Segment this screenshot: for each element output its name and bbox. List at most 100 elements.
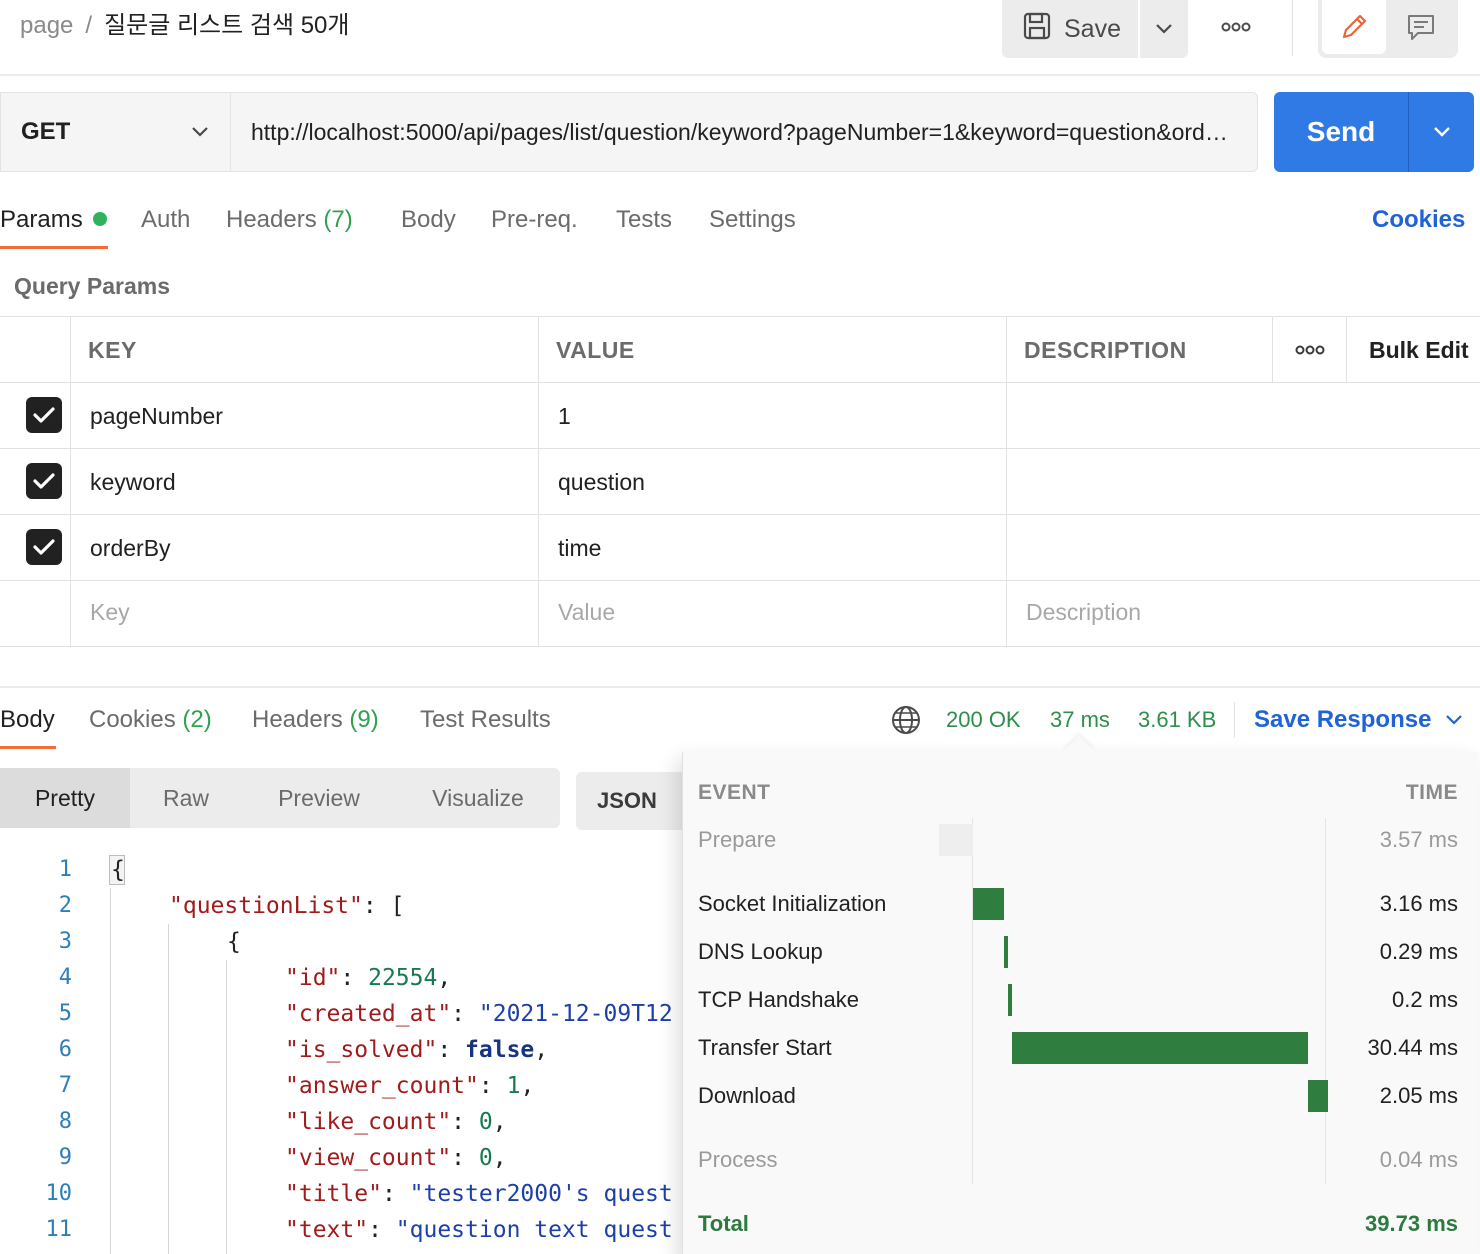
code-line[interactable]: "is_solved": false, bbox=[285, 1032, 548, 1068]
method-select[interactable]: GET bbox=[0, 92, 230, 172]
new-param-key-input[interactable]: Key bbox=[90, 596, 130, 628]
tab-label: Pre-req. bbox=[491, 206, 578, 233]
table-border bbox=[0, 316, 1480, 317]
json-number: 0 bbox=[478, 1109, 493, 1135]
column-divider bbox=[1006, 316, 1007, 647]
chevron-down-icon bbox=[1433, 127, 1450, 137]
timing-header-time: TIME bbox=[1405, 781, 1458, 804]
response-size[interactable]: 3.61 KB bbox=[1138, 704, 1216, 736]
json-key: "created_at" bbox=[285, 1001, 452, 1027]
indent-guide bbox=[226, 960, 227, 1254]
code-line[interactable]: "like_count": 0, bbox=[285, 1104, 507, 1140]
tab-count: (2) bbox=[182, 706, 212, 733]
timing-bar-dns-lookup bbox=[1004, 936, 1008, 968]
response-divider bbox=[0, 686, 1480, 688]
globe-icon[interactable] bbox=[890, 704, 922, 736]
header-divider bbox=[0, 74, 1480, 76]
json-key: "like_count" bbox=[285, 1109, 452, 1135]
table-border bbox=[0, 646, 1480, 647]
send-button[interactable]: Send bbox=[1274, 92, 1408, 172]
timing-value-prepare: 3.57 ms bbox=[1379, 827, 1458, 852]
code-line[interactable]: { bbox=[227, 924, 241, 960]
chevron-down-icon[interactable] bbox=[1444, 712, 1464, 728]
table-border bbox=[0, 382, 1480, 383]
code-line[interactable]: "view_count": 0, bbox=[285, 1140, 507, 1176]
bulk-edit-button[interactable]: Bulk Edit bbox=[1369, 334, 1469, 366]
table-border bbox=[0, 448, 1480, 449]
code-line[interactable]: "title": "tester2000's quest bbox=[285, 1176, 673, 1212]
format-pretty-button[interactable]: Pretty bbox=[0, 768, 130, 828]
param-value[interactable]: time bbox=[558, 532, 601, 564]
timing-bar-tcp-handshake bbox=[1008, 984, 1012, 1016]
code-line[interactable]: { bbox=[111, 852, 125, 888]
timeline-end-line bbox=[1325, 818, 1326, 1184]
new-param-value-input[interactable]: Value bbox=[558, 596, 615, 628]
active-tab-underline bbox=[0, 746, 56, 749]
tab-settings[interactable]: Settings bbox=[709, 204, 796, 236]
tab-headers[interactable]: Headers (7) bbox=[226, 204, 353, 236]
cookies-link[interactable]: Cookies bbox=[1372, 204, 1465, 236]
param-value[interactable]: 1 bbox=[558, 400, 571, 432]
json-key: "is_solved" bbox=[285, 1037, 438, 1063]
tab-params[interactable]: Params bbox=[0, 204, 83, 236]
tab-label: Auth bbox=[141, 206, 191, 233]
response-tab-body[interactable]: Body bbox=[0, 704, 55, 736]
query-params-label: Query Params bbox=[14, 273, 170, 299]
param-key[interactable]: orderBy bbox=[90, 532, 171, 564]
json-string: "2021-12-09T12 bbox=[478, 1001, 673, 1027]
timing-event: TCP Handshake bbox=[698, 987, 860, 1012]
tab-tests[interactable]: Tests bbox=[616, 204, 672, 236]
format-preview-button[interactable]: Preview bbox=[242, 768, 396, 828]
param-checkbox[interactable] bbox=[26, 397, 62, 433]
tab-auth[interactable]: Auth bbox=[141, 204, 190, 236]
column-divider bbox=[1346, 316, 1347, 382]
json-key: "questionList" bbox=[169, 893, 363, 919]
send-options-button[interactable] bbox=[1409, 92, 1474, 172]
timing-total-value: 39.73 ms bbox=[1365, 1211, 1458, 1236]
tab-label: Body bbox=[401, 206, 456, 233]
param-value[interactable]: question bbox=[558, 466, 645, 498]
param-checkbox[interactable] bbox=[26, 529, 62, 565]
response-tab-headers[interactable]: Headers (9) bbox=[252, 704, 379, 736]
save-response-button[interactable]: Save Response bbox=[1254, 704, 1431, 736]
format-visualize-button[interactable]: Visualize bbox=[396, 768, 560, 828]
code-line[interactable]: "id": 22554, bbox=[285, 960, 451, 996]
timing-event: DNS Lookup bbox=[698, 939, 823, 964]
param-key[interactable]: keyword bbox=[90, 466, 176, 498]
edit-mode-button[interactable] bbox=[1322, 0, 1386, 54]
json-string: "question text quest bbox=[395, 1217, 673, 1243]
line-number: 8 bbox=[58, 1109, 72, 1134]
json-key: "text" bbox=[285, 1217, 369, 1243]
tab-count: (7) bbox=[323, 206, 353, 233]
code-line[interactable]: "text": "question text quest bbox=[285, 1212, 673, 1248]
line-number: 10 bbox=[45, 1181, 73, 1206]
line-number: 11 bbox=[45, 1217, 73, 1242]
format-raw-button[interactable]: Raw bbox=[130, 768, 242, 828]
column-options-button[interactable] bbox=[1274, 334, 1346, 366]
save-button[interactable]: Save bbox=[1002, 0, 1138, 58]
tab-label: Params bbox=[0, 206, 83, 233]
save-options-button[interactable] bbox=[1140, 0, 1188, 58]
param-checkbox[interactable] bbox=[26, 463, 62, 499]
tab-label: Test Results bbox=[420, 706, 551, 733]
tab-pre-request[interactable]: Pre-req. bbox=[491, 204, 578, 236]
response-tab-cookies[interactable]: Cookies (2) bbox=[89, 704, 212, 736]
code-line[interactable]: "answer_count": 1, bbox=[285, 1068, 534, 1104]
format-type-select[interactable]: JSON bbox=[576, 772, 686, 830]
status-code[interactable]: 200 OK bbox=[946, 704, 1021, 736]
param-key[interactable]: pageNumber bbox=[90, 400, 223, 432]
code-line[interactable]: "questionList": [ bbox=[169, 888, 404, 924]
request-title[interactable]: 질문글 리스트 검색 50개 bbox=[104, 12, 349, 39]
code-line[interactable]: "created_at": "2021-12-09T12 bbox=[285, 996, 673, 1032]
breadcrumb-parent[interactable]: page bbox=[20, 12, 73, 39]
tab-body[interactable]: Body bbox=[401, 204, 456, 236]
response-time[interactable]: 37 ms bbox=[1050, 704, 1110, 736]
line-number: 6 bbox=[58, 1037, 72, 1062]
url-input[interactable]: http://localhost:5000/api/pages/list/que… bbox=[230, 92, 1258, 172]
new-param-description-input[interactable]: Description bbox=[1026, 596, 1141, 628]
more-actions-button[interactable] bbox=[1212, 12, 1260, 42]
chevron-down-icon bbox=[192, 127, 208, 137]
column-divider bbox=[1272, 316, 1273, 382]
comments-button[interactable] bbox=[1390, 0, 1452, 54]
response-tab-test-results[interactable]: Test Results bbox=[420, 704, 551, 736]
